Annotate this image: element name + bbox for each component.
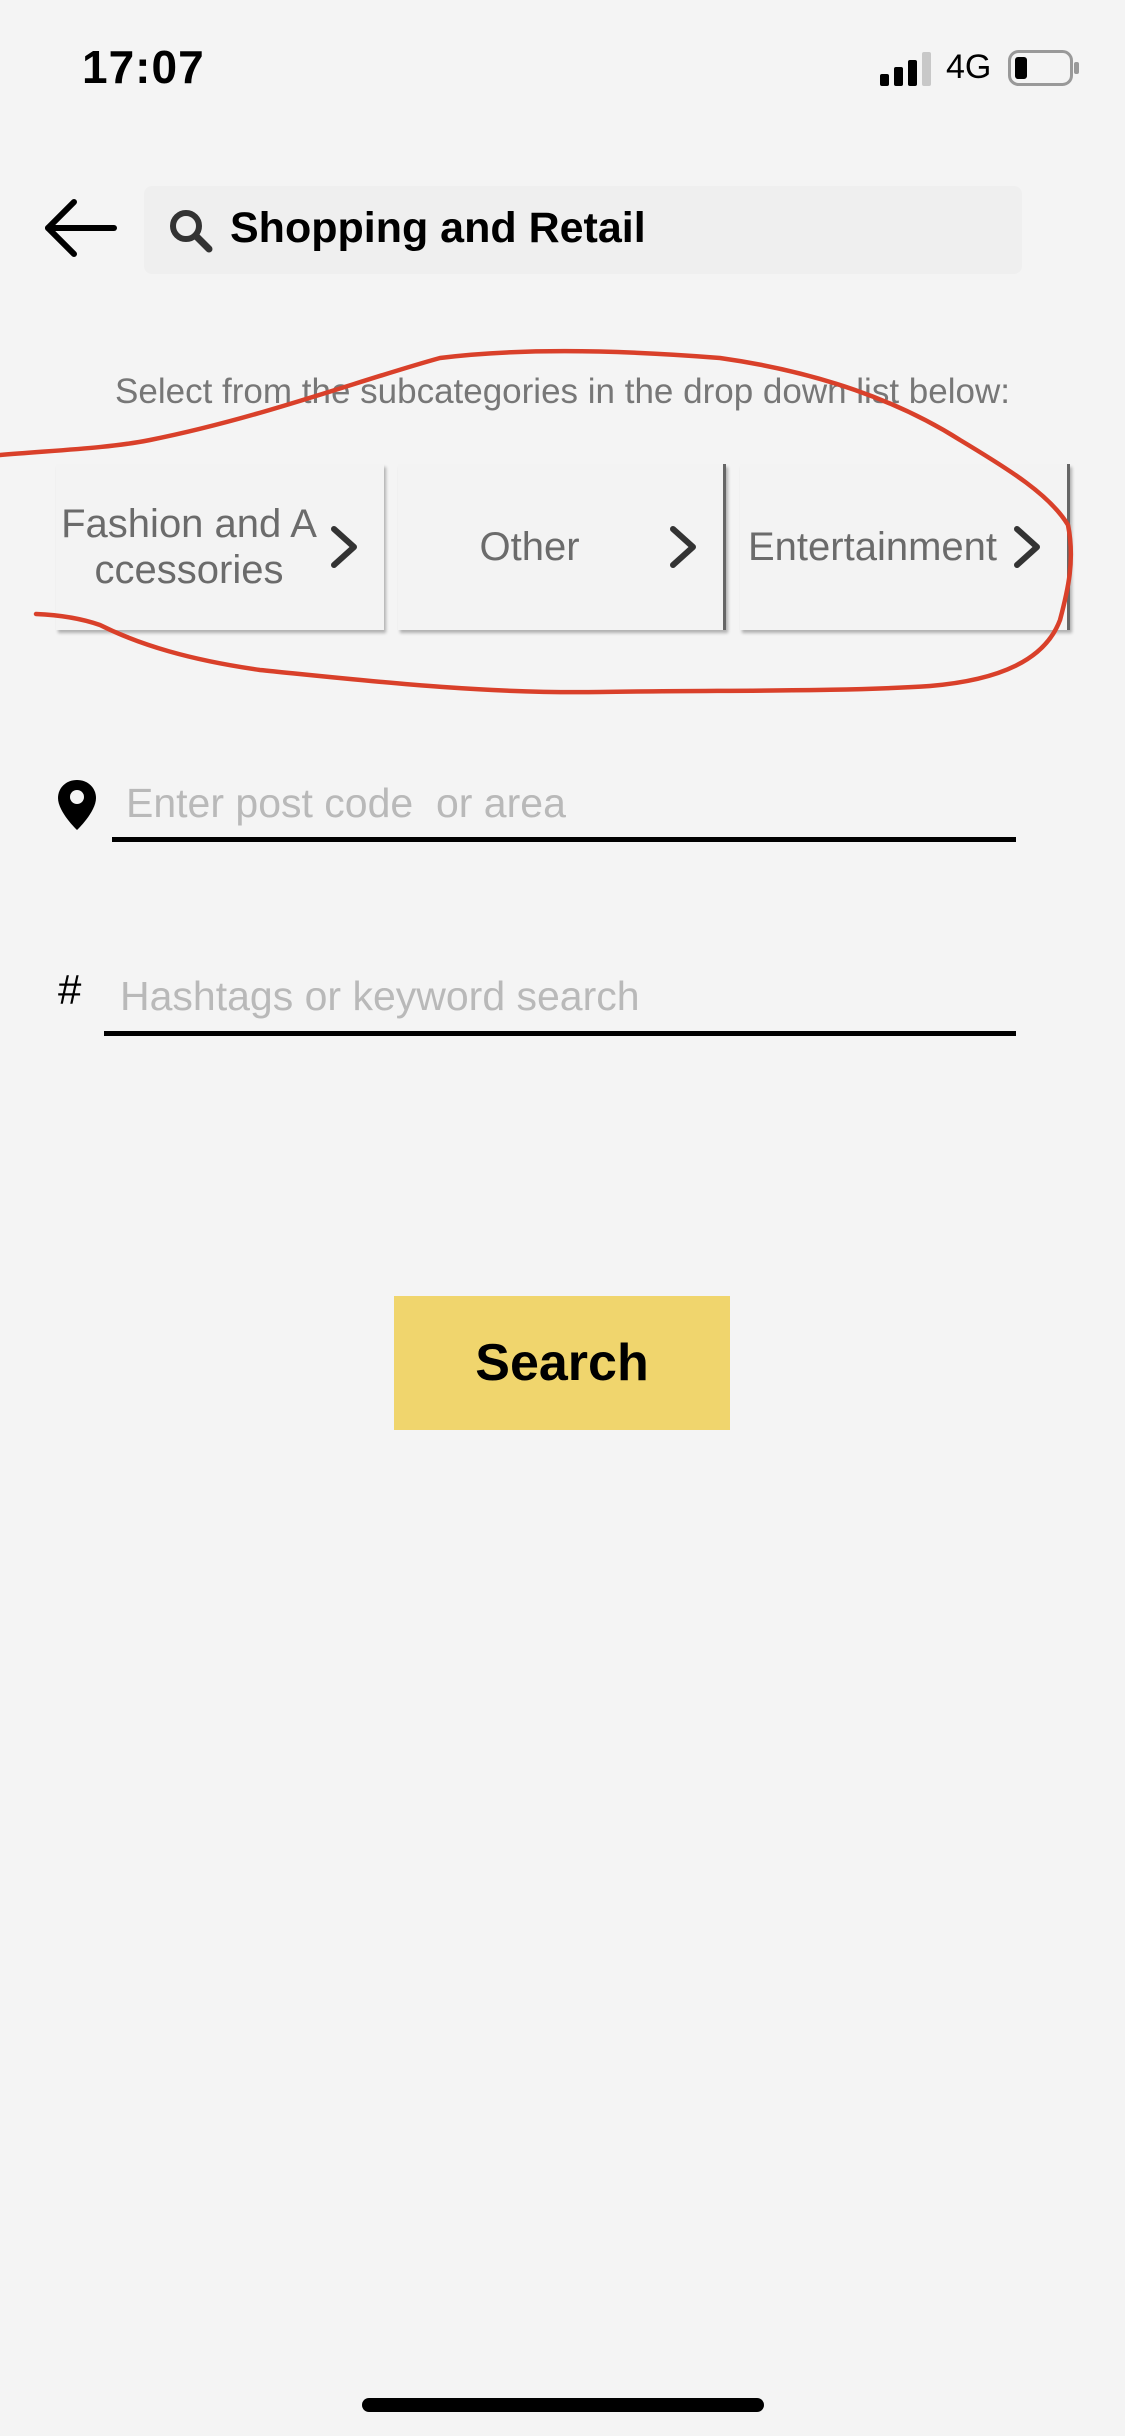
chevron-right-icon xyxy=(670,526,696,568)
red-annotation-scribble xyxy=(0,348,1074,695)
postcode-input[interactable] xyxy=(112,770,1016,842)
home-indicator[interactable] xyxy=(362,2398,764,2412)
subcategory-tile-fashion[interactable]: Fashion and Accessories xyxy=(56,464,384,630)
magnifier-icon xyxy=(170,210,213,253)
keyword-search-input[interactable] xyxy=(104,962,1016,1036)
subcategory-hint: Select from the subcategories in the dro… xyxy=(115,372,1010,411)
subcategory-label: Entertainment xyxy=(747,525,998,569)
chevron-right-icon xyxy=(1014,526,1040,568)
hashtag-symbol: # xyxy=(58,966,82,1013)
subcategory-label: Fashion and Accessories xyxy=(61,502,317,592)
search-button[interactable]: Search xyxy=(394,1296,730,1430)
subcategory-label: Other xyxy=(479,525,580,569)
arrow-left-icon[interactable] xyxy=(40,196,120,260)
page-title: Shopping and Retail xyxy=(230,204,646,252)
map-pin-icon xyxy=(58,780,96,830)
network-type: 4G xyxy=(946,48,992,86)
status-time: 17:07 xyxy=(82,41,205,93)
subcategory-tile-entertainment[interactable]: Entertainment xyxy=(740,464,1070,630)
battery-icon xyxy=(1008,50,1079,86)
subcategory-tile-other[interactable]: Other xyxy=(398,464,726,630)
signal-icon xyxy=(880,52,931,86)
chevron-right-icon xyxy=(331,526,357,568)
